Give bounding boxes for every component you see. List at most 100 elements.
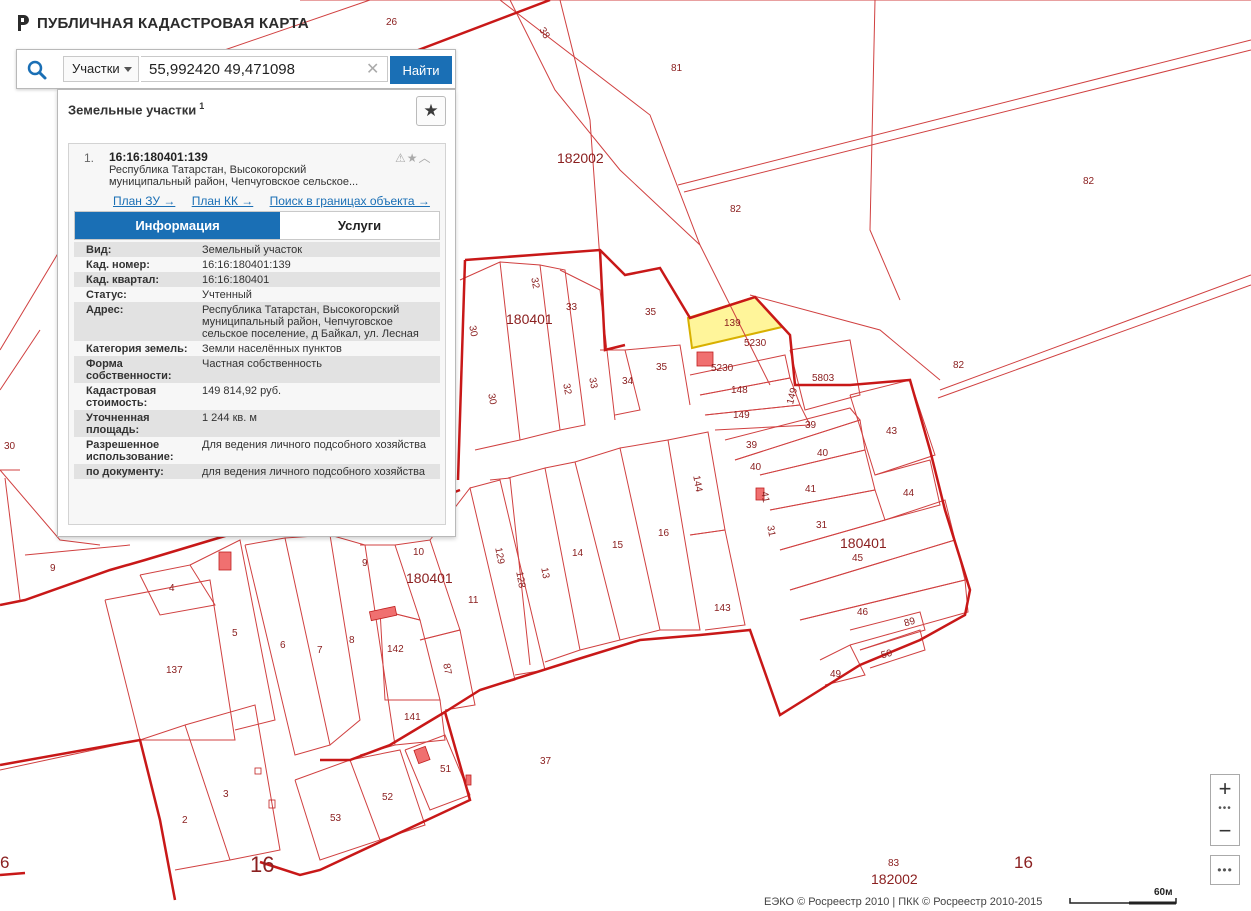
- parcel-label: 83: [888, 858, 900, 869]
- parcel-label: 50: [880, 648, 894, 662]
- parcel-label: 51: [440, 764, 452, 775]
- properties-table: Вид: Земельный участок Кад. номер: 16:16:1…: [74, 242, 440, 479]
- parcel-label: 10: [413, 547, 425, 558]
- parcel-label: 5230: [711, 363, 734, 374]
- parcel-label: 39: [746, 440, 758, 451]
- table-row: Адрес: Республика Татарстан, Высокогорски…: [74, 302, 440, 341]
- zoom-level-dots[interactable]: •••: [1211, 803, 1239, 814]
- tab-information[interactable]: Информация: [75, 212, 280, 239]
- property-value: Республика Татарстан, Высокогорский муни…: [198, 302, 440, 341]
- star-icon: ★: [423, 101, 439, 120]
- table-row: Кадастровая стоимость: 149 814,92 руб.: [74, 383, 440, 410]
- panel-title-text: Земельные участки: [68, 102, 197, 118]
- parcel-label: 82: [953, 360, 965, 371]
- parcel-label: 44: [903, 488, 915, 499]
- parcel-label: 33: [586, 377, 599, 390]
- more-button[interactable]: •••: [1210, 855, 1240, 885]
- property-key: Категория земель:: [74, 341, 198, 356]
- property-value-link[interactable]: 16:16:180401:139: [198, 257, 440, 272]
- parcel-label: 53: [330, 813, 342, 824]
- app-header: ПУБЛИЧНАЯ КАДАСТРОВАЯ КАРТА: [16, 14, 309, 32]
- parcel-label: 81: [671, 63, 683, 74]
- find-button[interactable]: Найти: [390, 56, 452, 84]
- parcel-label: 8: [349, 635, 355, 646]
- table-row: Категория земель: Земли населённых пункто…: [74, 341, 440, 356]
- property-value: 149 814,92 руб.: [198, 383, 440, 410]
- parcel-label: 9: [50, 563, 56, 574]
- parcel-label: 6: [280, 640, 286, 651]
- property-key: Статус:: [74, 287, 198, 302]
- clear-icon[interactable]: ✕: [366, 59, 379, 79]
- parcel-label: 9: [362, 558, 368, 569]
- property-value: Земли населённых пунктов: [198, 341, 440, 356]
- parcel-label: 7: [317, 645, 323, 656]
- parcel-label: 52: [382, 792, 394, 803]
- parcel-label: 149: [785, 386, 800, 405]
- property-value: для ведения личного подсобного хозяйства: [198, 464, 440, 479]
- table-row: Разрешенное использование: Для ведения ли…: [74, 437, 440, 464]
- parcel-label: 33: [566, 302, 578, 313]
- quarter-label: 182002: [557, 150, 604, 166]
- property-key: Форма собственности:: [74, 356, 198, 383]
- panel-title: Земельные участки 1: [68, 101, 204, 117]
- search-icon[interactable]: [25, 59, 49, 81]
- table-row: Уточненная площадь: 1 244 кв. м: [74, 410, 440, 437]
- parcel-label: 139: [724, 318, 741, 329]
- property-key: Вид:: [74, 242, 198, 257]
- parcel-label: 148: [731, 385, 748, 396]
- search-type-select[interactable]: Участки: [63, 56, 139, 82]
- scale-label: 60м: [1154, 887, 1173, 898]
- zoom-out-button[interactable]: −: [1211, 818, 1239, 844]
- property-value: 1 244 кв. м: [198, 410, 440, 437]
- property-value-link[interactable]: 16:16:180401: [198, 272, 440, 287]
- parcel-label: 3: [223, 789, 229, 800]
- parcel-label: 46: [857, 607, 869, 618]
- table-row: Форма собственности: Частная собственност…: [74, 356, 440, 383]
- property-key: по документу:: [74, 464, 198, 479]
- link-search-in-bounds[interactable]: Поиск в границах объекта →: [270, 194, 430, 208]
- result-address: Республика Татарстан, Высокогорский муни…: [109, 164, 359, 188]
- district-label: 16: [1014, 853, 1033, 872]
- star-icon[interactable]: ★: [407, 151, 419, 165]
- parcel-label: 143: [714, 603, 731, 614]
- pkk-logo-icon: [18, 15, 29, 31]
- quarter-label: 182002: [871, 871, 918, 887]
- zoom-in-button[interactable]: +: [1211, 776, 1239, 802]
- parcel-label: 30: [466, 325, 479, 338]
- result-actions: ⚠★︿: [395, 149, 432, 166]
- parcel-label: 37: [540, 756, 552, 767]
- parcel-label: 30: [4, 441, 16, 452]
- property-key: Кадастровая стоимость:: [74, 383, 198, 410]
- parcel-label: 141: [404, 712, 421, 723]
- result-cadastral-number[interactable]: 16:16:180401:139: [109, 150, 208, 164]
- search-type-label: Участки: [72, 61, 120, 76]
- parcel-label: 31: [764, 525, 777, 538]
- quarter-label: 180401: [840, 535, 887, 551]
- parcel-label: 87: [440, 663, 453, 676]
- district-label: 16: [250, 852, 274, 877]
- table-row: по документу: для ведения личного подсобн…: [74, 464, 440, 479]
- search-input[interactable]: [141, 56, 388, 82]
- app-title: ПУБЛИЧНАЯ КАДАСТРОВАЯ КАРТА: [37, 14, 309, 32]
- attribution: ЕЭКО © Росреестр 2010 | ПКК © Росреестр …: [764, 896, 1043, 908]
- quarter-label: 180401: [406, 570, 453, 586]
- table-row: Статус: Учтенный: [74, 287, 440, 302]
- parcel-label: 13: [538, 567, 551, 580]
- link-plan-zu[interactable]: План ЗУ →: [113, 194, 175, 208]
- parcel-label: 35: [656, 362, 668, 373]
- result-tabs: Информация Услуги: [74, 211, 440, 240]
- warning-icon[interactable]: ⚠: [395, 151, 407, 165]
- parcel-label: 34: [622, 376, 634, 387]
- result-links: План ЗУ → План КК → Поиск в границах объ…: [113, 194, 443, 208]
- property-value: Учтенный: [198, 287, 440, 302]
- tab-services[interactable]: Услуги: [280, 212, 439, 239]
- favorites-button[interactable]: ★: [416, 96, 446, 126]
- results-panel: Земельные участки 1 ★ 1. 16:16:180401:139…: [57, 89, 456, 537]
- result-card: 1. 16:16:180401:139 Республика Татарстан…: [68, 143, 446, 525]
- parcel-label: 40: [750, 462, 762, 473]
- chevron-up-icon[interactable]: ︿: [419, 151, 432, 165]
- result-index: 1.: [84, 151, 95, 165]
- property-value: Частная собственность: [198, 356, 440, 383]
- link-plan-kk[interactable]: План КК →: [192, 194, 254, 208]
- parcel-label: 45: [852, 553, 864, 564]
